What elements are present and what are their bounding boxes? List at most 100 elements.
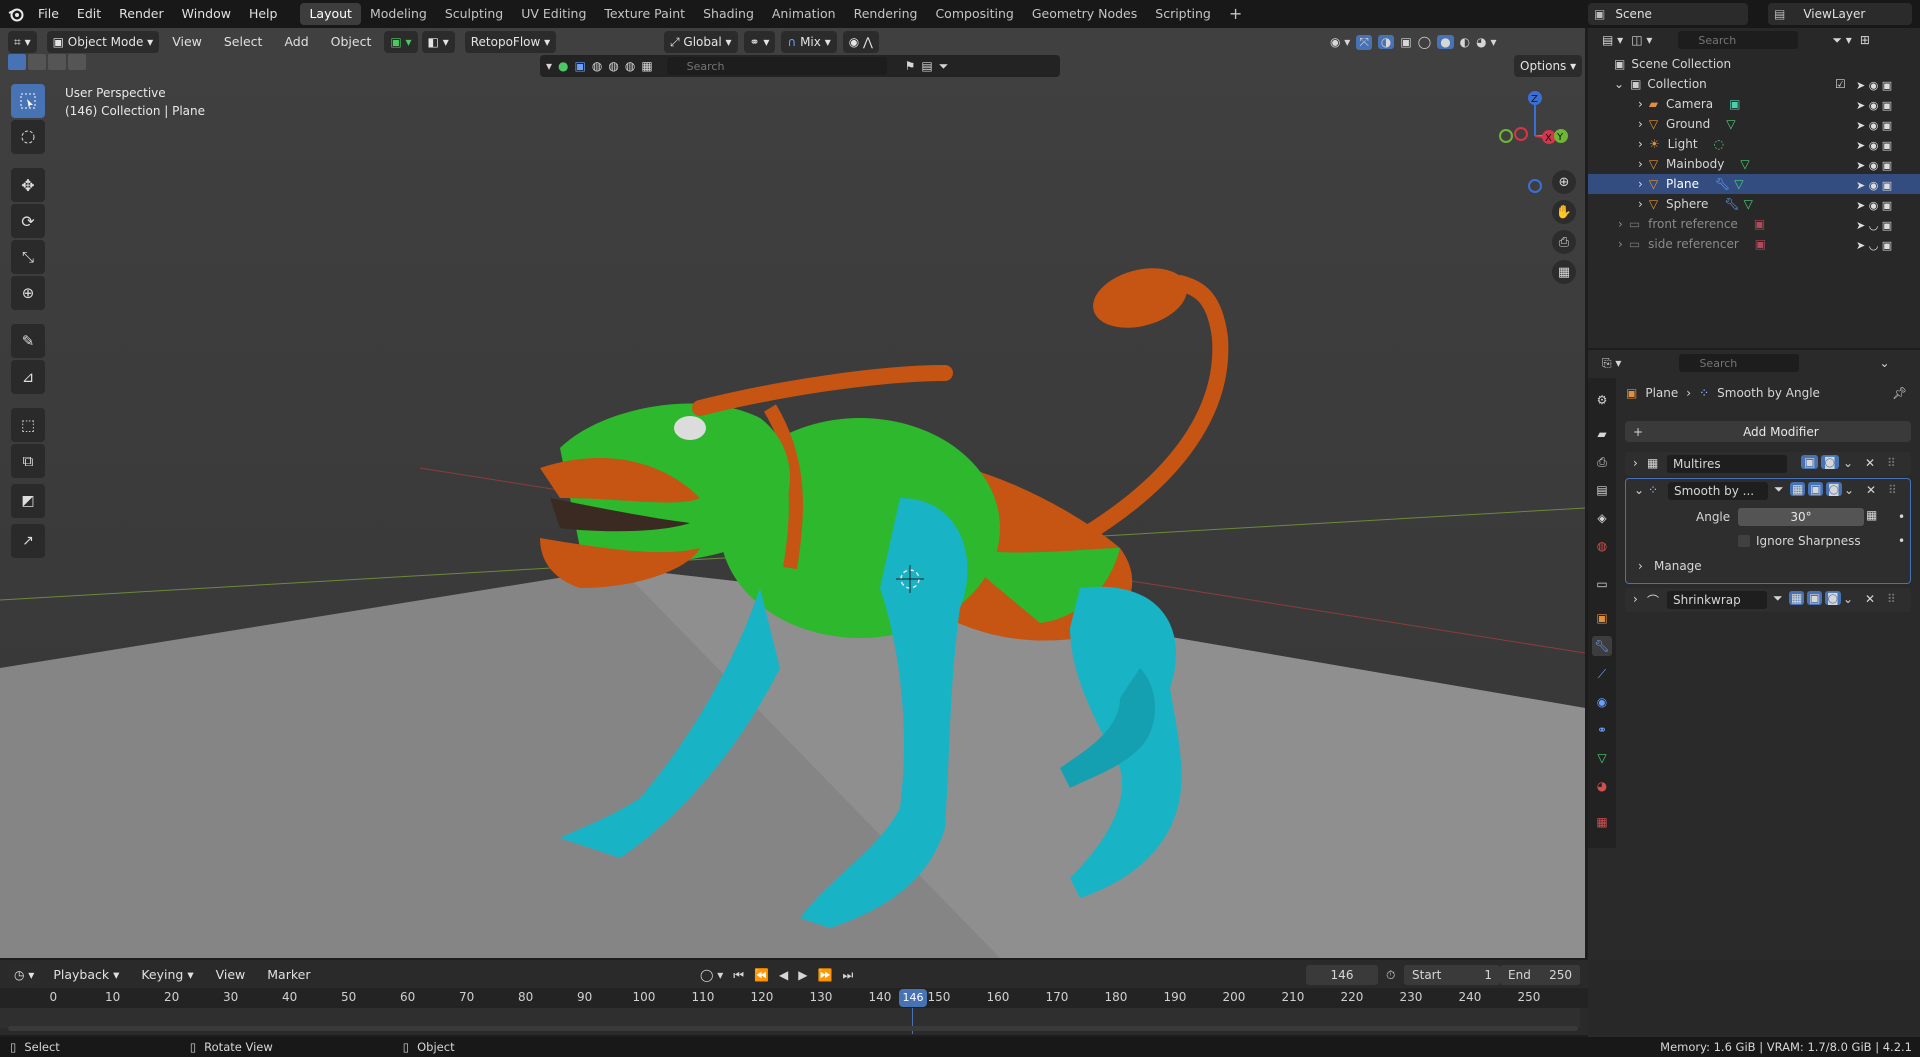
- output-tab-icon[interactable]: ⎙: [1592, 452, 1612, 472]
- timeline-menu-marker[interactable]: Marker: [258, 964, 319, 986]
- expand-chevron-icon[interactable]: ›: [1638, 117, 1643, 131]
- select-extend-icon[interactable]: [28, 54, 46, 70]
- collapse-icon[interactable]: ▾: [546, 59, 552, 73]
- contour-icon[interactable]: ▣: [575, 59, 586, 73]
- material-tab-icon[interactable]: ◕: [1592, 776, 1612, 796]
- layout-icon[interactable]: ▤: [921, 59, 932, 73]
- jump-start-icon[interactable]: ⏮: [733, 968, 744, 983]
- visibility-row-toggles[interactable]: ➤ ◉ ▣: [1856, 176, 1916, 196]
- drag-handle-icon[interactable]: ⠿: [1887, 592, 1896, 606]
- snap-button[interactable]: ∩ Mix ▾: [781, 31, 837, 53]
- overlay-toggle-icon[interactable]: ◧ ▾: [421, 31, 455, 53]
- properties-editor-icon[interactable]: ⎘ ▾: [1602, 356, 1621, 371]
- modifier-name-field[interactable]: Smooth by ...: [1668, 482, 1768, 500]
- move-tool[interactable]: ✥: [11, 168, 45, 202]
- material-shading-icon[interactable]: ◐: [1460, 35, 1470, 49]
- visibility-row-toggles[interactable]: ➤ ◡ ▣: [1856, 236, 1916, 256]
- tab-uv-editing[interactable]: UV Editing: [512, 3, 595, 25]
- nodes-icon[interactable]: ⏷: [1773, 591, 1783, 606]
- annotate-tool[interactable]: ✎: [11, 324, 45, 358]
- keyframe-dot-icon[interactable]: •: [1898, 534, 1905, 548]
- collection-tab-icon[interactable]: ▭: [1592, 574, 1612, 594]
- constraints-tab-icon[interactable]: ⚭: [1592, 720, 1612, 740]
- expand-chevron-icon[interactable]: ›: [1638, 137, 1643, 151]
- zoom-icon[interactable]: ⊕: [1552, 170, 1576, 194]
- drag-handle-icon[interactable]: ⠿: [1888, 483, 1897, 497]
- viewport-menu-object[interactable]: Object: [322, 31, 381, 53]
- polyblend-icon[interactable]: ●: [558, 59, 568, 73]
- expand-chevron-icon[interactable]: ›: [1618, 237, 1623, 251]
- texture-tab-icon[interactable]: ▦: [1592, 812, 1612, 832]
- edit-mode-icon[interactable]: ▣: [1807, 591, 1823, 605]
- timeline-menu-view[interactable]: View: [207, 964, 255, 986]
- input-socket-icon[interactable]: ▦: [1866, 508, 1877, 522]
- tab-scripting[interactable]: Scripting: [1146, 3, 1220, 25]
- blender-logo-icon[interactable]: [3, 3, 29, 25]
- editor-type-button[interactable]: ⌗ ▾: [8, 31, 37, 53]
- pivot-icon[interactable]: ⚭ ▾: [743, 31, 776, 53]
- menu-render[interactable]: Render: [110, 3, 173, 25]
- tab-sculpting[interactable]: Sculpting: [436, 3, 512, 25]
- filter-icon[interactable]: ⏷: [939, 59, 949, 74]
- on-cage-icon[interactable]: ▦: [1789, 591, 1805, 605]
- pan-hand-icon[interactable]: ✋: [1552, 200, 1576, 224]
- expand-chevron-icon[interactable]: ›: [1618, 217, 1623, 231]
- tab-shading[interactable]: Shading: [694, 3, 763, 25]
- rotate-tool[interactable]: ⟳: [11, 204, 45, 238]
- timeline-editor-icon[interactable]: ◷ ▾: [8, 964, 41, 986]
- preview-range-icon[interactable]: ⏱: [1386, 968, 1395, 983]
- select-subtract-icon[interactable]: [48, 54, 66, 70]
- auto-key-icon[interactable]: ◯ ▾: [700, 968, 723, 982]
- pin-icon[interactable]: 📌︎: [1892, 386, 1907, 400]
- tab-compositing[interactable]: Compositing: [926, 3, 1022, 25]
- collapse-chevron-icon[interactable]: ⌄: [1614, 77, 1624, 91]
- tab-texture-paint[interactable]: Texture Paint: [595, 3, 694, 25]
- select-intersect-icon[interactable]: [68, 54, 86, 70]
- remove-modifier-icon[interactable]: ✕: [1865, 592, 1875, 606]
- expand-chevron-icon[interactable]: ›: [1638, 177, 1643, 191]
- visibility-row-toggles[interactable]: ➤ ◉ ▣: [1856, 76, 1916, 96]
- expand-chevron-icon[interactable]: ›: [1638, 197, 1643, 211]
- transform-orientation[interactable]: ⤢ Global ▾: [664, 31, 738, 53]
- start-frame-field[interactable]: Start 1: [1404, 965, 1500, 985]
- perspective-toggle-icon[interactable]: ▦: [1552, 260, 1576, 284]
- realtime-icon[interactable]: ◙: [1821, 455, 1839, 469]
- menu-file[interactable]: File: [29, 3, 68, 25]
- scale-tool[interactable]: ⤡: [11, 240, 45, 274]
- realtime-icon[interactable]: ◙: [1826, 482, 1842, 496]
- realtime-icon[interactable]: ◙: [1825, 591, 1841, 605]
- expand-chevron-icon[interactable]: ›: [1638, 559, 1643, 573]
- visibility-row-toggles[interactable]: ➤ ◉ ▣: [1856, 96, 1916, 116]
- nodes-icon[interactable]: ⏷: [1774, 482, 1784, 497]
- world-tab-icon[interactable]: ◍: [1592, 536, 1612, 556]
- menu-help[interactable]: Help: [240, 3, 287, 25]
- timeline-menu-playback[interactable]: Playback ▾: [44, 964, 128, 986]
- scene-collection-row[interactable]: ▣ Scene Collection: [1588, 54, 1920, 74]
- expand-chevron-icon[interactable]: ›: [1633, 592, 1638, 606]
- play-reverse-icon[interactable]: ◀: [779, 968, 788, 982]
- viewport-menu-view[interactable]: View: [163, 31, 211, 53]
- frame-ruler[interactable]: 0 10 20 30 40 50 60 70 80 90 100 110 120 130 140 150 160…: [0, 988, 1588, 1008]
- add-mesh-tool[interactable]: ⧉: [11, 444, 45, 478]
- remove-modifier-icon[interactable]: ✕: [1866, 483, 1876, 497]
- edit-mode-icon[interactable]: ▣: [1808, 482, 1824, 496]
- visibility-row-toggles[interactable]: ➤ ◡ ▣: [1856, 216, 1916, 236]
- modifier-tab-icon[interactable]: 🔧︎: [1592, 636, 1612, 656]
- measure-tool[interactable]: ⊿: [11, 360, 45, 394]
- grid-icon[interactable]: ▦: [641, 59, 652, 73]
- polystrips-icon[interactable]: ◍: [592, 59, 602, 73]
- drag-handle-icon[interactable]: ⠿: [1887, 456, 1896, 470]
- timeline-menu-keying[interactable]: Keying ▾: [132, 964, 202, 986]
- add-workspace-icon[interactable]: +: [1220, 3, 1251, 25]
- remove-modifier-icon[interactable]: ✕: [1865, 456, 1875, 470]
- modifier-name-field[interactable]: Multires: [1667, 455, 1787, 473]
- angle-field[interactable]: 30°: [1738, 508, 1864, 526]
- curve-tool[interactable]: ↗: [11, 524, 45, 558]
- add-modifier-button[interactable]: + Add Modifier: [1625, 421, 1911, 442]
- ignore-sharpness-checkbox[interactable]: [1738, 535, 1750, 547]
- tab-rendering[interactable]: Rendering: [845, 3, 927, 25]
- checkbox-icon[interactable]: ☑: [1835, 77, 1846, 91]
- dropdown-icon[interactable]: ⌄: [1844, 483, 1854, 497]
- keyframe-area[interactable]: [0, 1008, 1580, 1028]
- expand-chevron-icon[interactable]: ›: [1638, 157, 1643, 171]
